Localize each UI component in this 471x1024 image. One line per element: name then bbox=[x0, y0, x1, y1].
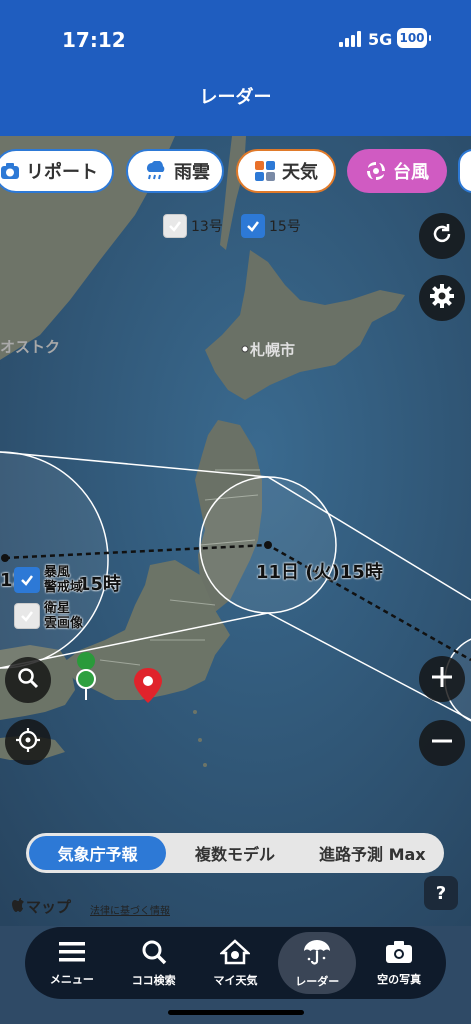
zoom-in-button[interactable] bbox=[419, 656, 465, 702]
segment-path-max[interactable]: 進路予測 Max bbox=[304, 836, 441, 870]
map-canvas bbox=[0, 136, 471, 926]
chip-weather[interactable]: 天気 bbox=[236, 149, 336, 193]
layer-satellite-toggle[interactable]: 衛星 雲画像 bbox=[14, 601, 83, 631]
umbrella-icon bbox=[302, 938, 332, 973]
typhoon-15-toggle[interactable]: 15号 bbox=[241, 214, 301, 238]
layer-storm-toggle[interactable]: 暴風 警戒域 bbox=[14, 565, 83, 595]
chip-rain[interactable]: 雨雲 bbox=[126, 149, 224, 193]
typhoon-15-label: 15号 bbox=[269, 219, 301, 235]
search-map-button[interactable] bbox=[5, 657, 51, 703]
gear-icon bbox=[429, 283, 455, 313]
search-icon bbox=[16, 666, 40, 694]
chip-typhoon-label: 台風 bbox=[393, 162, 429, 183]
tab-menu[interactable]: メニュー bbox=[33, 932, 111, 994]
checkbox-unchecked-icon bbox=[14, 603, 40, 629]
refresh-icon bbox=[430, 222, 454, 250]
current-location-button[interactable] bbox=[5, 719, 51, 765]
chip-more[interactable] bbox=[458, 149, 471, 193]
layer-panel: 暴風 警戒域 衛星 雲画像 bbox=[14, 565, 83, 637]
chip-typhoon[interactable]: 台風 bbox=[347, 149, 447, 193]
radar-map[interactable]: 札幌市 オストク bbox=[0, 136, 471, 926]
checkbox-checked-icon bbox=[241, 214, 265, 238]
status-time: 17:12 bbox=[62, 28, 126, 52]
camera-icon bbox=[0, 162, 20, 180]
checkbox-checked-icon bbox=[14, 567, 40, 593]
chip-weather-label: 天気 bbox=[282, 162, 318, 183]
layer-storm-label-2: 警戒域 bbox=[44, 580, 84, 595]
chip-report[interactable]: リポート bbox=[0, 149, 114, 193]
checkbox-unchecked-icon bbox=[163, 214, 187, 238]
tab-radar-label: レーダー bbox=[295, 974, 340, 988]
forecast-source-segment: 気象庁予報 複数モデル 進路予測 Max bbox=[26, 833, 444, 873]
track-point-east bbox=[264, 541, 272, 549]
zoom-out-button[interactable] bbox=[419, 720, 465, 766]
crosshair-icon bbox=[15, 727, 41, 757]
legal-info-link[interactable]: 法律に基づく情報 bbox=[90, 902, 170, 917]
apple-logo-icon bbox=[12, 897, 24, 916]
menu-icon bbox=[58, 940, 86, 971]
tab-bar: メニュー ココ検索 マイ天気 レーダー 空の写真 bbox=[25, 927, 446, 999]
chip-rain-label: 雨雲 bbox=[174, 162, 210, 183]
tab-menu-label: メニュー bbox=[49, 972, 94, 986]
track-point-west bbox=[1, 554, 9, 562]
home-indicator bbox=[168, 1010, 304, 1015]
segment-jma[interactable]: 気象庁予報 bbox=[29, 836, 167, 870]
city-label-sapporo: 札幌市 bbox=[250, 341, 296, 359]
plus-icon bbox=[429, 664, 455, 694]
tab-search-label: ココ検索 bbox=[131, 973, 176, 987]
tab-search[interactable]: ココ検索 bbox=[115, 932, 193, 994]
refresh-button[interactable] bbox=[419, 213, 465, 259]
typhoon-icon bbox=[365, 160, 387, 182]
forecast-time-label: 11日 (火)15時 bbox=[256, 562, 383, 583]
camera-icon bbox=[385, 940, 413, 971]
signal-icon bbox=[339, 31, 361, 47]
layer-storm-label-1: 暴風 bbox=[44, 565, 71, 580]
tab-my-weather-label: マイ天気 bbox=[213, 973, 258, 987]
layer-satellite-label-1: 衛星 bbox=[44, 601, 71, 616]
layer-satellite-label-2: 雲画像 bbox=[44, 616, 84, 631]
home-icon bbox=[219, 938, 252, 972]
rain-cloud-icon bbox=[144, 161, 168, 181]
nav-bar: レーダー bbox=[0, 78, 471, 136]
forecast-time-label-west2: 15時 bbox=[78, 574, 122, 595]
network-type: 5G bbox=[368, 30, 393, 49]
minus-icon bbox=[429, 728, 455, 758]
page-title: レーダー bbox=[199, 87, 272, 108]
typhoon-13-label: 13号 bbox=[191, 219, 223, 235]
settings-button[interactable] bbox=[419, 275, 465, 321]
search-icon bbox=[141, 939, 167, 972]
segment-multi-model[interactable]: 複数モデル bbox=[166, 836, 303, 870]
status-bar: 17:12 5G 100 bbox=[0, 0, 471, 78]
apple-maps-attribution: マップ bbox=[12, 896, 71, 917]
chip-report-label: リポート bbox=[26, 162, 98, 183]
help-button[interactable]: ? bbox=[424, 876, 458, 910]
tab-radar[interactable]: レーダー bbox=[278, 932, 357, 994]
tab-sky-photos-label: 空の写真 bbox=[377, 972, 422, 986]
tab-my-weather[interactable]: マイ天気 bbox=[196, 932, 274, 994]
place-label-west: オストク bbox=[0, 338, 61, 356]
typhoon-13-toggle[interactable]: 13号 bbox=[163, 214, 223, 238]
battery-icon: 100 bbox=[397, 28, 431, 48]
apple-maps-label: マップ bbox=[26, 898, 72, 916]
weather-grid-icon bbox=[254, 160, 276, 182]
tab-sky-photos[interactable]: 空の写真 bbox=[360, 932, 438, 994]
